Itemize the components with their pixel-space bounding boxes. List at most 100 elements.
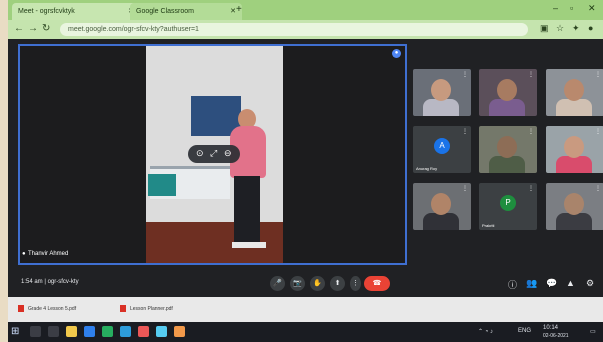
people-icon[interactable]: 👥 (526, 278, 537, 289)
mic-button[interactable]: 🎤 (270, 276, 285, 291)
language-indicator[interactable]: ENG (518, 328, 531, 334)
participant-feet (232, 242, 266, 248)
participant-tile[interactable]: ⋮ (413, 183, 471, 230)
more-icon[interactable]: ⋮ (528, 71, 534, 78)
participant-avatar: P (500, 195, 516, 211)
participant-tile[interactable]: ⋮ (546, 69, 603, 116)
store-icon[interactable] (120, 326, 131, 337)
meeting-info: 1:54 am | ogr-sfcv-kty (21, 279, 79, 285)
download-label: Grade 4 Lesson 5.pdf (28, 306, 77, 312)
participant-torso (556, 156, 592, 173)
download-item[interactable]: Lesson Planner.pdf (120, 303, 173, 316)
pinned-badge-icon: ● (392, 49, 401, 58)
maximize-icon[interactable]: ▫ (570, 3, 573, 13)
more-icon[interactable]: ⋮ (462, 185, 468, 192)
participant-torso (489, 156, 525, 173)
tab-meet[interactable]: Meet - ogrsfcvktyk ✕ (12, 3, 140, 20)
more-icon[interactable]: ⋮ (595, 185, 601, 192)
more-icon[interactable]: ⋮ (528, 128, 534, 135)
participant-face (431, 193, 451, 215)
meet-area: ⊙ ⤢ ⊖ ● ● Thanvir Ahmed ⋮ ⋮ ⋮ A ⋮ Anurag Roy ⋮… (8, 39, 603, 297)
address-bar: ← → ↻ meet.google.com/ogr-sfcv-kty?authu… (8, 20, 603, 39)
participant-tile[interactable]: P ⋮ Prakriti (479, 183, 537, 230)
participant-tile[interactable]: ⋮ (546, 183, 603, 230)
extension-icon[interactable]: ✦ (572, 23, 580, 34)
windows-start-icon[interactable]: ⊞ (11, 326, 19, 337)
notification-icon[interactable]: ▭ (590, 328, 596, 335)
participant-face (564, 79, 584, 101)
info-icon[interactable]: ⓘ (508, 278, 517, 291)
participant-face (497, 136, 517, 158)
download-item[interactable]: Grade 4 Lesson 5.pdf (18, 303, 76, 316)
reload-icon[interactable]: ↻ (42, 23, 50, 34)
pdf-icon (18, 305, 24, 313)
participant-torso (556, 99, 592, 116)
participant-face (564, 193, 584, 215)
more-icon[interactable]: ⋮ (462, 128, 468, 135)
pin-icon[interactable]: ⊙ (196, 148, 204, 159)
more-icon[interactable]: ⋮ (528, 185, 534, 192)
more-icon[interactable]: ⋮ (462, 71, 468, 78)
profile-icon[interactable]: ● (588, 23, 593, 33)
tile-action-pill[interactable]: ⊙ ⤢ ⊖ (188, 145, 240, 163)
minimize-icon[interactable]: – (553, 3, 558, 13)
tab-classroom[interactable]: Google Classroom ✕ (130, 3, 242, 20)
task-view-icon[interactable] (48, 326, 59, 337)
tab-label: Google Classroom (136, 8, 194, 15)
app-icon[interactable] (138, 326, 149, 337)
download-shelf: Grade 4 Lesson 5.pdf Lesson Planner.pdf (8, 297, 603, 322)
fullscreen-icon[interactable]: ⤢ (210, 148, 217, 159)
camera-permission-icon[interactable]: ▣ (540, 23, 549, 34)
more-options-button[interactable]: ⋮ (350, 276, 361, 291)
file-explorer-icon[interactable] (66, 326, 77, 337)
participant-avatar: A (434, 138, 450, 154)
download-label: Lesson Planner.pdf (130, 306, 173, 312)
participant-torso (423, 99, 459, 116)
search-icon[interactable] (30, 326, 41, 337)
main-video-feed: ⊙ ⤢ ⊖ (146, 46, 283, 263)
chrome-icon[interactable] (102, 326, 113, 337)
browser-window: Meet - ogrsfcvktyk ✕ Google Classroom ✕ … (8, 0, 603, 342)
mic-off-icon: ● (22, 251, 26, 257)
participant-tile[interactable]: ⋮ (479, 69, 537, 116)
participant-face (497, 79, 517, 101)
settings-icon[interactable]: ⚙ (586, 278, 594, 289)
chat-icon[interactable]: 💬 (546, 278, 557, 289)
participant-tile[interactable]: A ⋮ Anurag Roy (413, 126, 471, 173)
participant-torso (423, 213, 459, 230)
forward-icon[interactable]: → (28, 23, 38, 34)
control-bar: 1:54 am | ogr-sfcv-kty 🎤 📷 ✋ ⬆ ⋮ ☎ ⓘ 👥 💬… (8, 271, 603, 297)
activities-icon[interactable]: ▲ (566, 278, 575, 288)
participant-tile[interactable]: ⋮ (479, 126, 537, 173)
tab-label: Meet - ogrsfcvktyk (18, 8, 75, 15)
clock-time[interactable]: 10:14 (543, 325, 558, 331)
edge-icon[interactable] (84, 326, 95, 337)
url-text: meet.google.com/ogr-sfcv-kty?authuser=1 (68, 26, 199, 33)
plant (148, 174, 176, 196)
back-icon[interactable]: ← (14, 23, 24, 34)
app-icon[interactable] (156, 326, 167, 337)
clock-date[interactable]: 02-06-2021 (543, 333, 569, 339)
end-call-button[interactable]: ☎ (364, 276, 390, 291)
app-icon[interactable] (174, 326, 185, 337)
main-video-tile[interactable]: ⊙ ⤢ ⊖ ● ● Thanvir Ahmed (18, 44, 407, 265)
new-tab-icon[interactable]: + (236, 4, 242, 15)
raise-hand-button[interactable]: ✋ (310, 276, 325, 291)
participant-name: Anurag Roy (416, 166, 438, 171)
participant-tile[interactable]: ⋮ (413, 69, 471, 116)
taskbar: ⊞ ⌃ ◔ ♪ ENG 10:14 02-06-2021 ▭ (8, 322, 603, 342)
system-tray-icons[interactable]: ⌃ ◔ ♪ (478, 328, 493, 335)
participant-torso (556, 213, 592, 230)
star-icon[interactable]: ☆ (556, 23, 564, 34)
present-button[interactable]: ⬆ (330, 276, 345, 291)
participant-torso (489, 99, 525, 116)
camera-button[interactable]: 📷 (290, 276, 305, 291)
tab-strip: Meet - ogrsfcvktyk ✕ Google Classroom ✕ … (8, 0, 603, 20)
url-input[interactable]: meet.google.com/ogr-sfcv-kty?authuser=1 (60, 23, 528, 36)
more-icon[interactable]: ⋮ (595, 71, 601, 78)
more-icon[interactable]: ⋮ (595, 128, 601, 135)
remove-icon[interactable]: ⊖ (224, 148, 232, 159)
participant-tile[interactable]: ⋮ (546, 126, 603, 173)
participant-face (564, 136, 584, 158)
window-close-icon[interactable]: ✕ (588, 3, 596, 14)
